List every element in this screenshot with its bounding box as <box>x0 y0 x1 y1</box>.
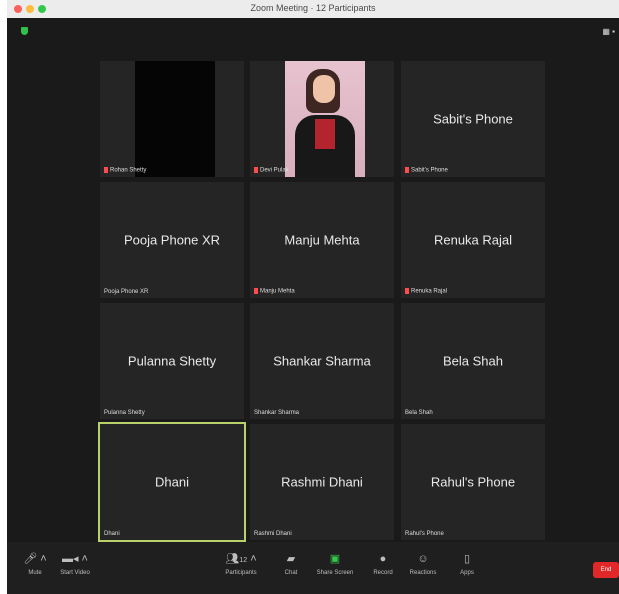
participant-name-tag: Devi Pulak <box>254 167 289 174</box>
participant-name-tag: Rashmi Dhani <box>254 531 292 537</box>
reactions-icon: ☺ <box>417 553 429 565</box>
reactions-button[interactable]: ☺ Reactions <box>401 552 445 576</box>
gallery-view: ▦ ▪ Rohan Shetty Devi Pulak Sabit's Phon… <box>7 18 619 542</box>
participant-name-tag: Rahul's Phone <box>405 531 444 537</box>
participant-display-name: Rahul's Phone <box>430 474 516 490</box>
title-bar: Zoom Meeting · 12 Participants <box>7 0 619 19</box>
participant-display-name: Renuka Rajal <box>433 232 513 248</box>
start-video-button[interactable]: ▬◂ ˄ Start Video <box>53 552 97 576</box>
microphone-icon: 🎤︎ ˄ <box>23 553 47 565</box>
participant-display-name: Pooja Phone XR <box>123 232 221 248</box>
end-meeting-button[interactable]: End <box>593 562 619 578</box>
participant-name-tag: Pooja Phone XR <box>104 289 149 295</box>
participant-name-tag: Manju Mehta <box>254 288 295 295</box>
view-toggle-button[interactable]: ▦ ▪ <box>602 27 615 36</box>
share-screen-icon: ▣ <box>329 553 341 565</box>
participant-display-name: Sabit's Phone <box>433 111 513 127</box>
participant-name-tag: Pulanna Shetty <box>104 410 145 416</box>
meeting-controls-bar: 🎤︎ ˄ Mute ▬◂ ˄ Start Video 👥︎12 ˄ Partic… <box>7 542 619 594</box>
participant-tile[interactable]: Renuka Rajal Renuka Rajal <box>401 182 545 298</box>
record-button[interactable]: ● Record <box>361 552 405 576</box>
participant-display-name: Pulanna Shetty <box>127 353 217 369</box>
chat-button[interactable]: ▰ Chat <box>269 552 313 576</box>
muted-mic-icon <box>405 288 409 295</box>
video-feed-off <box>135 61 215 177</box>
participant-display-name: Dhani <box>155 474 189 490</box>
record-icon: ● <box>379 553 387 565</box>
participant-tile[interactable]: Rohan Shetty <box>100 61 244 177</box>
participant-display-name: Rashmi Dhani <box>281 474 363 490</box>
participant-display-name: Shankar Sharma <box>273 353 371 369</box>
participant-tile[interactable]: Devi Pulak <box>250 61 394 177</box>
share-screen-button[interactable]: ▣ Share Screen <box>313 552 357 576</box>
participant-name-tag: Dhani <box>104 531 120 537</box>
participant-name-tag: Sabit's Phone <box>405 167 448 174</box>
zoom-window: Zoom Meeting · 12 Participants ▦ ▪ Rohan… <box>7 0 619 594</box>
window-title: Zoom Meeting · 12 Participants <box>250 3 376 13</box>
participant-tile[interactable]: Shankar Sharma Shankar Sharma <box>250 303 394 419</box>
video-camera-icon: ▬◂ ˄ <box>61 553 88 565</box>
muted-mic-icon <box>405 167 409 174</box>
muted-mic-icon <box>254 288 258 295</box>
apps-button[interactable]: ▯ Apps <box>445 552 489 576</box>
apps-icon: ▯ <box>463 553 471 565</box>
mute-button[interactable]: 🎤︎ ˄ Mute <box>13 552 57 576</box>
participants-icon: 👥︎12 ˄ <box>225 553 257 565</box>
participant-tile[interactable]: Rahul's Phone Rahul's Phone <box>401 424 545 540</box>
participant-name-tag: Shankar Sharma <box>254 410 300 416</box>
participant-display-name: Manju Mehta <box>284 232 360 248</box>
participant-tile[interactable]: Rashmi Dhani Rashmi Dhani <box>250 424 394 540</box>
participant-tile[interactable]: Pooja Phone XR Pooja Phone XR <box>100 182 244 298</box>
participant-tile[interactable]: Pulanna Shetty Pulanna Shetty <box>100 303 244 419</box>
muted-mic-icon <box>254 167 258 174</box>
participants-button[interactable]: 👥︎12 ˄ Participants <box>219 552 263 576</box>
chat-bubble-icon: ▰ <box>286 553 296 565</box>
participant-name-tag: Bela Shah <box>405 410 433 416</box>
participant-name-tag: Renuka Rajal <box>405 288 447 295</box>
participant-name-tag: Rohan Shetty <box>104 167 146 174</box>
muted-mic-icon <box>104 167 108 174</box>
participant-display-name: Bela Shah <box>443 353 503 369</box>
security-shield-icon[interactable] <box>21 27 28 35</box>
participant-tile-active-speaker[interactable]: Dhani Dhani <box>98 422 246 542</box>
participant-video <box>285 61 365 177</box>
participant-tile[interactable]: Manju Mehta Manju Mehta <box>250 182 394 298</box>
participant-tile[interactable]: Bela Shah Bela Shah <box>401 303 545 419</box>
participant-tile[interactable]: Sabit's Phone Sabit's Phone <box>401 61 545 177</box>
